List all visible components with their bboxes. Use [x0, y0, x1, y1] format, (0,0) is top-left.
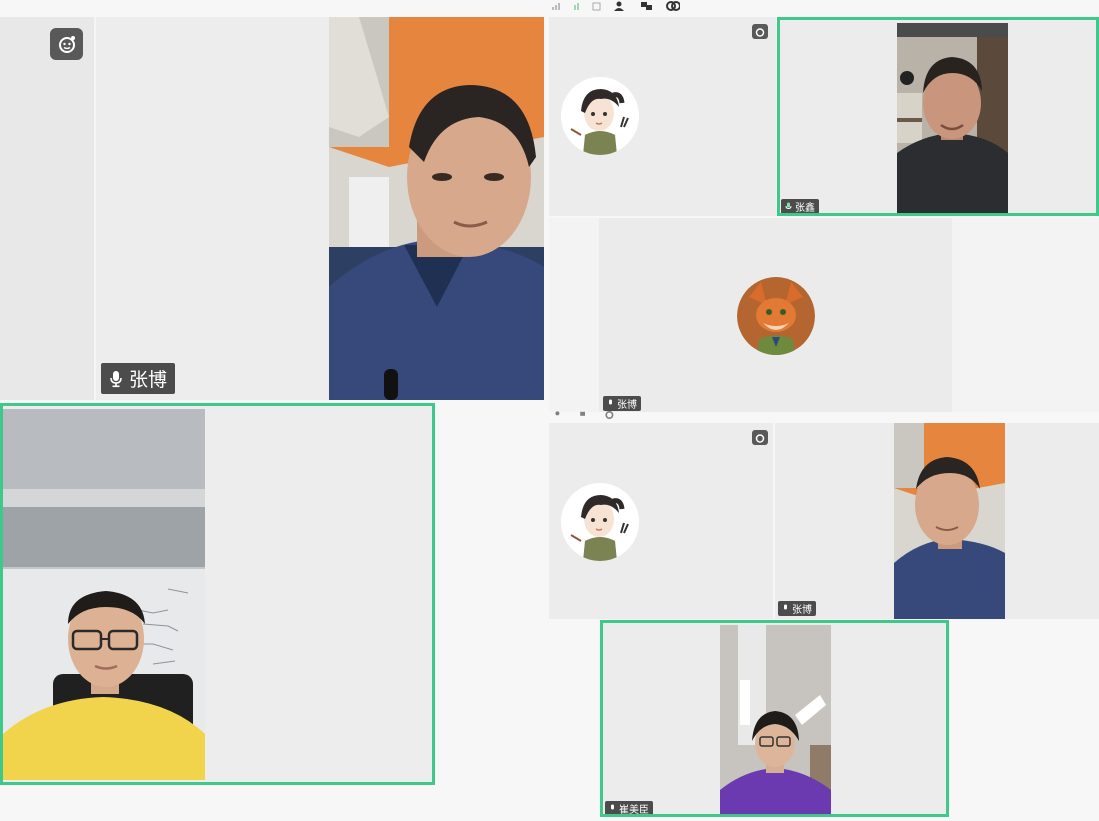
participant-name-tag: 张博 [101, 363, 176, 394]
man-in-office-video [894, 423, 1005, 619]
emoji-face-icon [755, 27, 765, 37]
emoji-face-icon [755, 433, 765, 443]
tile-divider [94, 17, 96, 400]
anime-avatar [561, 77, 639, 155]
settings-icon[interactable] [666, 1, 680, 11]
participant-name: 张鑫 [795, 203, 815, 214]
emoji-face-icon [58, 36, 75, 53]
participant-name: 张博 [792, 605, 812, 616]
avatar-tile-fox[interactable]: 张博 [549, 218, 1099, 412]
microphone-icon [611, 804, 614, 810]
participant-name: 崔美臣 [619, 805, 649, 816]
active-speaker-tile-bottom[interactable]: 崔美臣 [600, 620, 949, 817]
signal-icon [552, 3, 579, 10]
participant-video-zhangxin [897, 23, 1008, 213]
avatar-tile-anime-lower[interactable] [549, 423, 773, 619]
participant-name-tag: 张鑫 [781, 199, 819, 214]
anime-character-avatar [561, 483, 639, 561]
participant-video-cuimeichen [720, 625, 831, 814]
woman-in-office-video [720, 625, 831, 814]
video-tile-zhangbo-small[interactable]: 张博 [775, 423, 1099, 619]
active-speaker-tile-right[interactable]: 张鑫 [777, 17, 1099, 216]
fox-avatar [737, 277, 815, 355]
participant-video-young-man [3, 409, 205, 780]
microphone-icon [784, 604, 787, 610]
lower-toolbar [552, 411, 1099, 419]
emoji-reaction-button[interactable] [50, 28, 83, 60]
video-conference-screenshot: 张博 张鑫 张博 张博 崔美臣 [0, 0, 1099, 821]
participant-video-main [329, 17, 544, 400]
add-person-icon[interactable] [614, 1, 628, 11]
add-person-icon[interactable] [552, 411, 566, 419]
participant-name-tag: 张博 [603, 396, 641, 411]
settings-icon[interactable] [604, 411, 618, 419]
microphone-icon [110, 370, 122, 387]
active-speaker-tile[interactable] [0, 403, 435, 785]
participant-name-tag: 张博 [778, 601, 816, 616]
emoji-reaction-button[interactable] [752, 430, 768, 445]
share-icon[interactable] [592, 1, 602, 11]
layout-icon[interactable] [640, 1, 654, 11]
participant-name-tag: 崔美臣 [605, 801, 653, 816]
microphone-icon [785, 202, 792, 210]
avatar-tile-anime[interactable] [549, 17, 776, 216]
main-video-tile[interactable]: 张博 [0, 17, 544, 400]
participant-name: 张博 [129, 370, 168, 391]
man-in-study-video [897, 23, 1008, 213]
emoji-reaction-button[interactable] [752, 24, 768, 39]
anime-avatar [561, 483, 639, 561]
man-in-office-video [329, 17, 544, 400]
participant-name: 张博 [617, 400, 637, 411]
anime-character-avatar [561, 77, 639, 155]
participant-video-zhangbo-small [894, 423, 1005, 619]
microphone-icon [609, 399, 612, 405]
top-toolbar [552, 0, 1099, 12]
layout-icon[interactable] [578, 411, 592, 419]
left-blank-strip [0, 17, 94, 400]
young-man-video [3, 409, 205, 780]
fox-character-avatar [737, 277, 815, 355]
